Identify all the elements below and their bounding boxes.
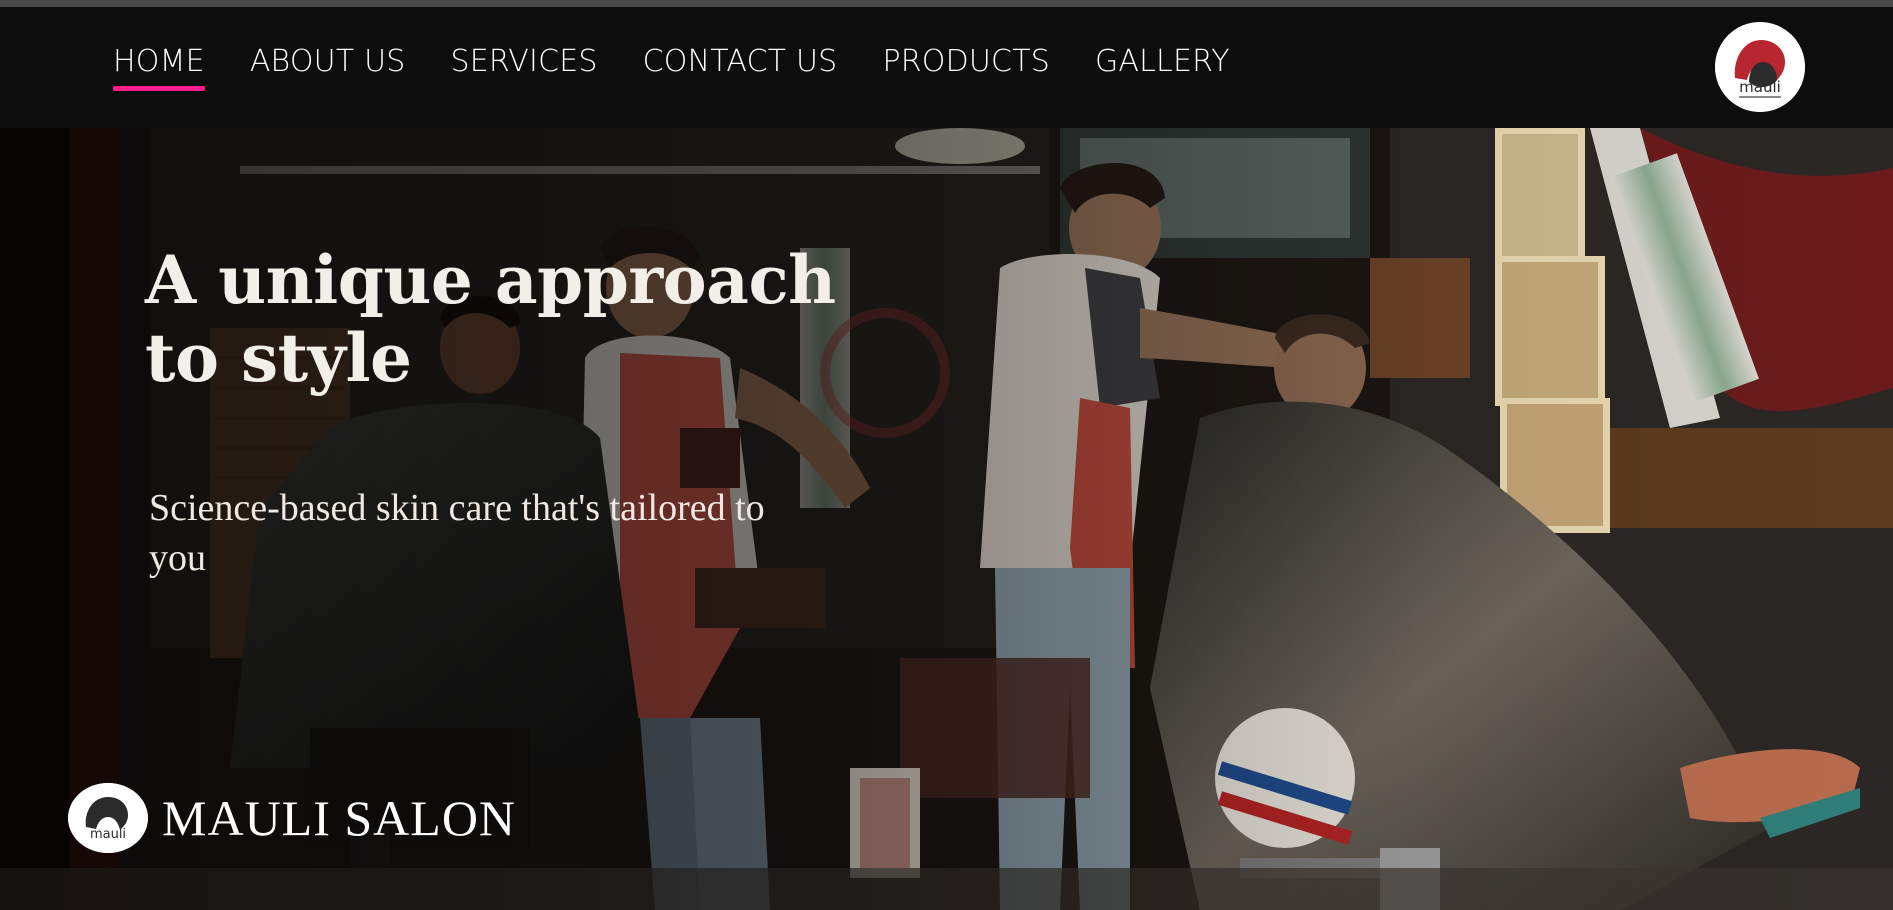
main-nav: HOME ABOUT US SERVICES CONTACT US PRODUC…	[113, 47, 1275, 91]
svg-text:mauli: mauli	[1739, 78, 1781, 96]
hero-banner: A unique approach to style Science-based…	[0, 128, 1893, 910]
top-navbar: HOME ABOUT US SERVICES CONTACT US PRODUC…	[0, 7, 1893, 128]
brand-lockup[interactable]: mauli MAULI SALON	[68, 782, 516, 854]
brand-logo: mauli	[68, 783, 148, 853]
brand-name: MAULI SALON	[162, 790, 517, 846]
nav-contact-us[interactable]: CONTACT US	[643, 47, 838, 77]
salon-logo-mark: mauli	[1715, 22, 1805, 112]
browser-top-strip	[0, 0, 1893, 7]
nav-services[interactable]: SERVICES	[451, 47, 598, 77]
svg-text:mauli: mauli	[90, 827, 126, 842]
hero-subheadline: Science-based skin care that's tailored …	[149, 487, 765, 579]
nav-about-us[interactable]: ABOUT US	[250, 47, 406, 77]
nav-gallery[interactable]: GALLERY	[1095, 47, 1230, 77]
nav-products[interactable]: PRODUCTS	[882, 47, 1050, 77]
salon-logo[interactable]: mauli	[1715, 22, 1805, 112]
nav-home[interactable]: HOME	[113, 47, 205, 91]
hero-headline: A unique approach to style	[145, 241, 836, 397]
brand-logo-mark: mauli	[68, 783, 148, 853]
